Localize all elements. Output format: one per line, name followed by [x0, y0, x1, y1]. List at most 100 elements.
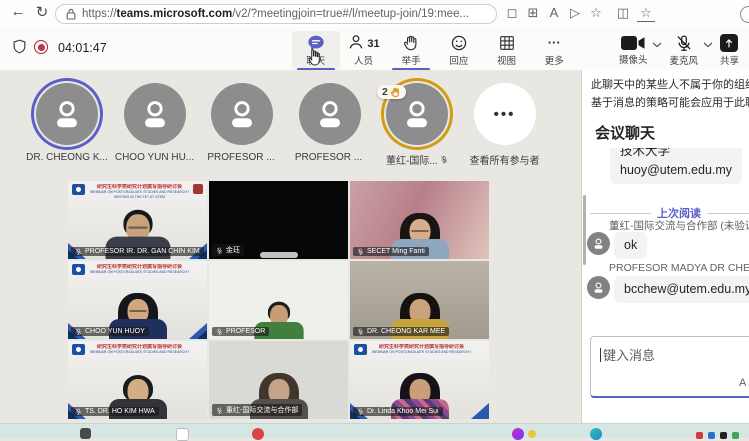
video-tile[interactable]: 研究生科学类研究计划撰写指导研讨会WEBINAR ON POSTGRADUATE…: [68, 181, 207, 259]
windows-taskbar: [0, 423, 749, 438]
participant-avatar[interactable]: DR. CHEONG K...: [36, 83, 98, 167]
view-all-label: 查看所有参与者: [474, 152, 536, 167]
participant-avatar[interactable]: PROFESOR ...: [211, 83, 273, 167]
share-icon: [720, 34, 738, 52]
video-name-label: Dr. Linda Khoo Mei Sui: [353, 407, 443, 416]
participant-avatar[interactable]: 2 董红-国际...: [386, 83, 448, 167]
people-count: 31: [367, 38, 379, 50]
url-path: /v2/?meetingjoin=true#/l/meetup-join/19:…: [232, 8, 469, 20]
tray-icon[interactable]: [696, 432, 703, 439]
people-icon: [347, 33, 365, 51]
taskbar-app-icon[interactable]: [80, 428, 91, 439]
person-icon: [311, 95, 349, 133]
person-icon: [48, 95, 86, 133]
video-name-label: 金珏: [212, 244, 244, 256]
address-bar[interactable]: https://teams.microsoft.com/v2/?meetingj…: [55, 4, 497, 24]
participant-name: 董红-国际...: [386, 152, 448, 167]
shield-icon: [12, 39, 27, 54]
avatar: [587, 232, 610, 255]
mic-muted-icon: [357, 248, 364, 255]
chat-message: bcchew@utem.edu.my: [587, 276, 749, 303]
participant-name: DR. CHEONG K...: [36, 152, 98, 163]
web-capture-icon[interactable]: ◻: [503, 5, 521, 21]
browser-refresh-icon[interactable]: ↻: [32, 3, 52, 21]
chat-message-input[interactable]: 键入消息 A: [590, 336, 749, 398]
overflow-dots-icon: •••: [474, 83, 536, 145]
video-name-label: DR. CHEONG KAR MEE: [353, 327, 449, 336]
mic-muted-icon: [216, 247, 223, 254]
share-button[interactable]: 共享: [716, 34, 743, 67]
apps-grid-icon[interactable]: ⊞: [524, 5, 542, 21]
taskbar-app-icon[interactable]: [590, 428, 602, 440]
taskbar-app-icon[interactable]: [176, 428, 189, 441]
browser-profile-icon[interactable]: [740, 6, 749, 23]
mic-muted-icon: [675, 34, 693, 52]
video-tile[interactable]: SECET Ming Fanti: [350, 181, 489, 259]
raised-hand-badge: 2: [377, 85, 406, 99]
browser-back-icon[interactable]: ←: [8, 3, 28, 20]
enhance-video-icon[interactable]: ▷: [566, 5, 584, 21]
utem-logo-icon: [354, 344, 367, 355]
view-all-participants-button[interactable]: ••• 查看所有参与者: [474, 83, 536, 167]
utem-logo-icon: [72, 344, 85, 355]
camera-chevron-icon[interactable]: [652, 42, 662, 48]
participant-avatar[interactable]: CHOO YUN HU...: [124, 83, 186, 167]
chat-button[interactable]: 聊天: [292, 31, 340, 69]
text-caret: [600, 348, 601, 362]
message-sender: 董红-国际交流与合作部 (未验证) 1: [609, 218, 749, 233]
person-icon: [223, 95, 261, 133]
chat-scrollbar[interactable]: [583, 195, 586, 265]
meeting-timer: 04:01:47: [58, 41, 107, 55]
utem-logo-icon: [72, 184, 85, 195]
video-tile[interactable]: 董红-国际交流与合作部: [209, 341, 348, 419]
smiley-icon: [450, 34, 468, 52]
video-tile[interactable]: 研究生科学类研究计划撰写指导研讨会WEBINAR ON POSTGRADUATE…: [350, 341, 489, 419]
lock-icon: [66, 8, 76, 20]
video-tile[interactable]: 研究生科学类研究计划撰写指导研讨会WEBINAR ON POSTGRADUATE…: [68, 341, 207, 419]
raise-hand-button[interactable]: 举手: [387, 31, 435, 69]
more-dots-icon: ···: [548, 34, 561, 52]
grid-view-icon: [498, 34, 516, 52]
split-screen-icon[interactable]: ◫: [614, 5, 632, 21]
mic-muted-icon: [357, 328, 364, 335]
video-tile[interactable]: 金珏: [209, 181, 348, 259]
mic-chevron-icon[interactable]: [703, 42, 713, 48]
raised-hand-icon: [402, 34, 420, 52]
people-button[interactable]: 31 人员: [340, 31, 388, 69]
participant-avatar[interactable]: PROFESOR ...: [299, 83, 361, 167]
mic-muted-icon: [357, 408, 364, 415]
person-icon: [398, 95, 436, 133]
person-icon: [136, 95, 174, 133]
format-text-icon[interactable]: A: [739, 377, 749, 389]
participants-strip: DR. CHEONG K... CHOO YUN HU... PROFESOR …: [36, 83, 536, 167]
url-domain: teams.microsoft.com: [117, 8, 233, 20]
taskbar-app-icon[interactable]: [252, 428, 264, 440]
video-tile[interactable]: DR. CHEONG KAR MEE: [350, 261, 489, 339]
view-button[interactable]: 视图: [483, 31, 531, 69]
camera-button[interactable]: 摄像头: [615, 35, 652, 66]
mic-muted-icon: [75, 248, 82, 255]
speaking-ring: [36, 83, 98, 145]
tray-icon[interactable]: [732, 432, 739, 439]
video-name-label: TS. DR. HO KIM HWA: [71, 407, 159, 416]
person-icon: [591, 280, 606, 295]
collections-icon[interactable]: ☆: [637, 5, 655, 22]
taskbar-app-icon[interactable]: [512, 428, 524, 440]
video-tile[interactable]: 研究生科学类研究计划撰写指导研讨会WEBINAR ON POSTGRADUATE…: [68, 261, 207, 339]
tray-icon[interactable]: [708, 432, 715, 439]
external-users-notice: 此聊天中的某些人不属于你的组织。他们基于消息的策略可能会应用于此聊天。: [591, 76, 749, 112]
tray-icon[interactable]: [720, 432, 727, 439]
read-aloud-icon[interactable]: A: [545, 5, 563, 20]
chat-message: ok: [587, 232, 647, 259]
mic-muted-icon: [216, 407, 223, 414]
reactions-button[interactable]: 回应: [435, 31, 483, 69]
recording-indicator-icon: [34, 40, 48, 54]
participant-name: PROFESOR ...: [211, 152, 273, 163]
video-name-label: 董红-国际交流与合作部: [212, 404, 302, 416]
mic-button[interactable]: 麦克风: [665, 34, 702, 67]
favorite-star-icon[interactable]: ☆: [587, 5, 605, 21]
video-tile[interactable]: PROFESOR: [209, 261, 348, 339]
more-button[interactable]: ··· 更多: [530, 31, 578, 69]
camera-icon: [621, 35, 645, 51]
video-name-label: SECET Ming Fanti: [353, 247, 429, 256]
